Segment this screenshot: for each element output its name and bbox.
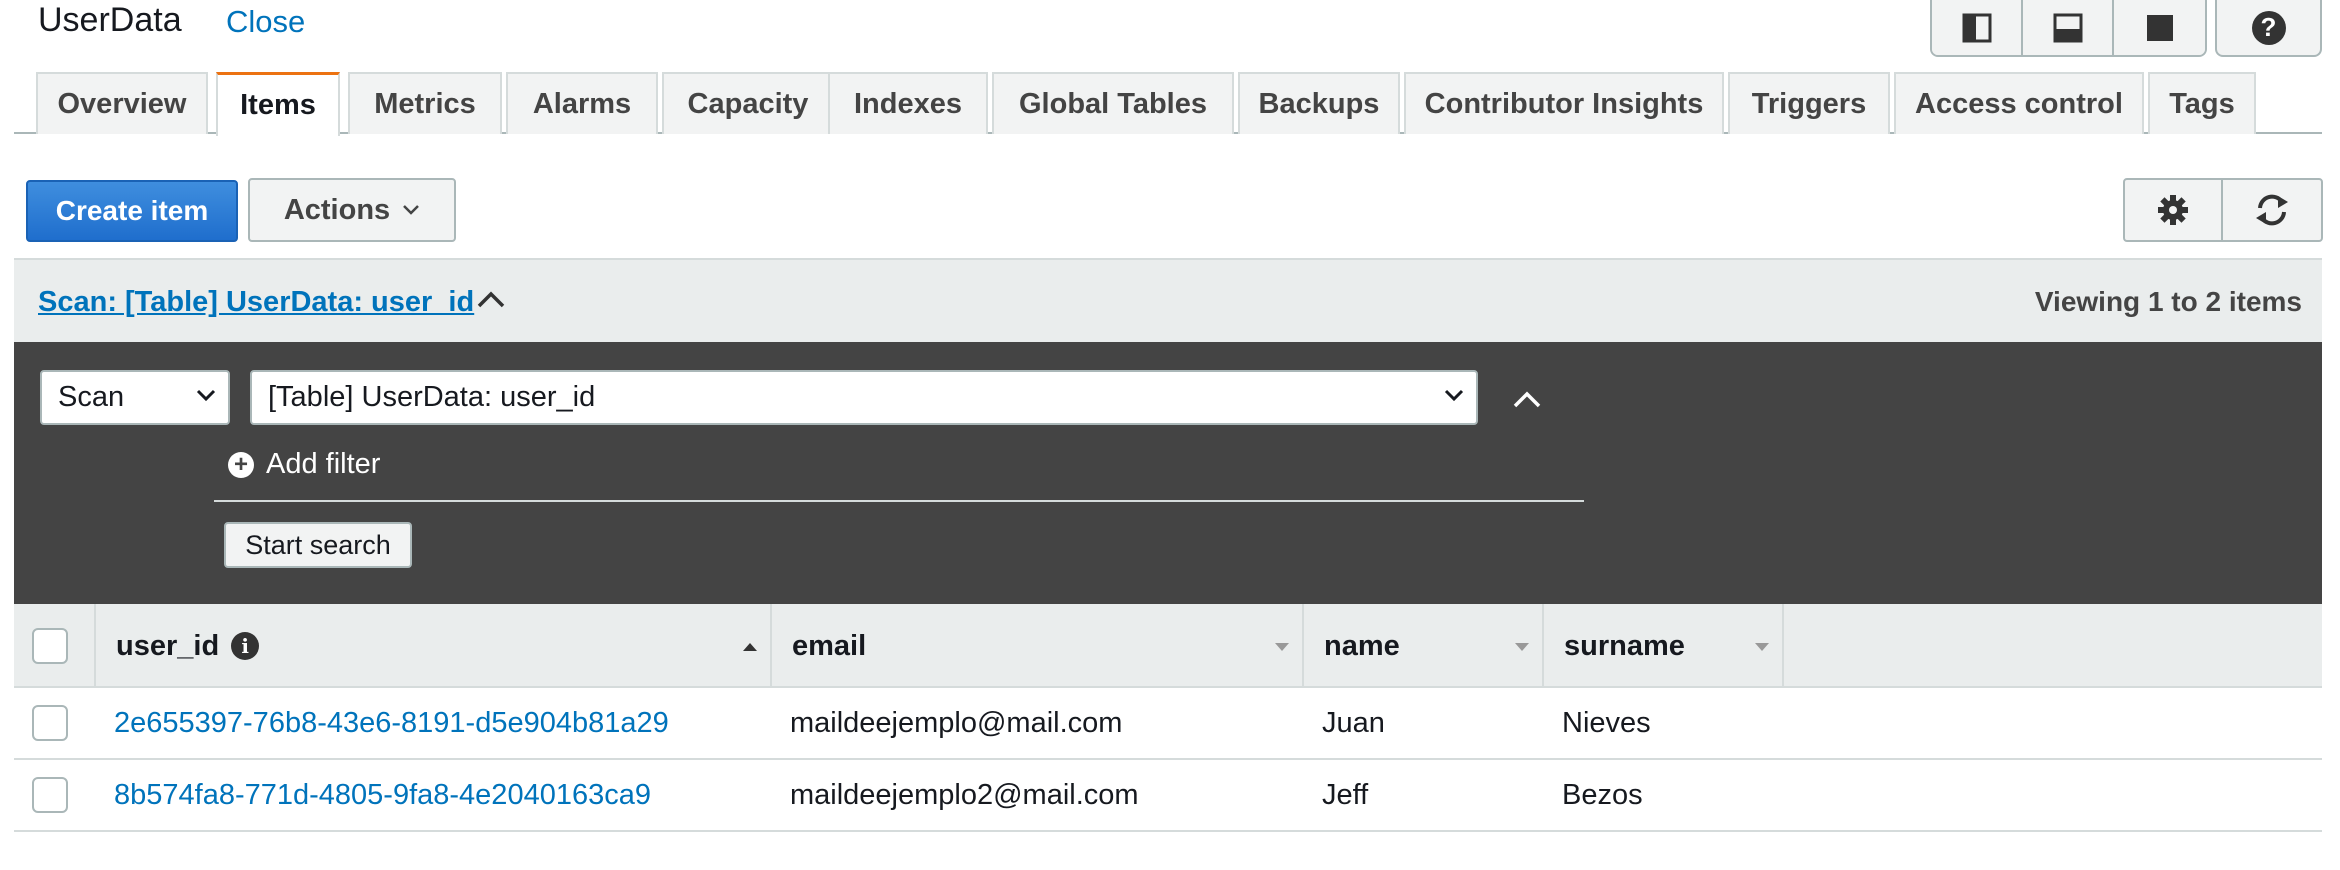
row-select-cell bbox=[32, 688, 68, 758]
user-id-link[interactable]: 2e655397-76b8-43e6-8191-d5e904b81a29 bbox=[114, 688, 669, 758]
user-id-link[interactable]: 8b574fa8-771d-4805-9fa8-4e2040163ca9 bbox=[114, 760, 651, 830]
plus-circle-icon: + bbox=[228, 451, 254, 478]
table-row: 8b574fa8-771d-4805-9fa8-4e2040163ca9 mai… bbox=[14, 760, 2322, 832]
scan-panel: Scan [Table] UserData: user_id + Add fil… bbox=[14, 342, 2322, 604]
tab-overview[interactable]: Overview bbox=[36, 72, 208, 134]
collapse-panel-icon[interactable] bbox=[1512, 386, 1542, 412]
create-item-button[interactable]: Create item bbox=[26, 180, 238, 242]
surname-cell: Bezos bbox=[1562, 778, 1643, 811]
surname-cell: Nieves bbox=[1562, 706, 1651, 739]
chevron-down-icon bbox=[1444, 389, 1464, 402]
tab-contributor-insights[interactable]: Contributor Insights bbox=[1404, 72, 1724, 134]
actions-dropdown-button[interactable]: Actions bbox=[248, 178, 456, 242]
tab-capacity[interactable]: Capacity bbox=[662, 72, 834, 134]
tab-metrics[interactable]: Metrics bbox=[348, 72, 502, 134]
actions-label: Actions bbox=[283, 193, 391, 226]
viewing-count: Viewing 1 to 2 items bbox=[2034, 286, 2302, 317]
panel-divider bbox=[214, 500, 1584, 502]
tab-bar: Overview Items Metrics Alarms Capacity I… bbox=[14, 72, 2322, 136]
scan-summary-link[interactable]: Scan: [Table] UserData: user_id bbox=[38, 286, 474, 319]
column-header-email[interactable]: email bbox=[772, 604, 1304, 688]
help-icon: ? bbox=[2251, 10, 2286, 45]
column-label: email bbox=[792, 629, 867, 662]
close-link[interactable]: Close bbox=[226, 4, 305, 40]
column-label: surname bbox=[1564, 629, 1685, 662]
chevron-down-icon bbox=[403, 205, 420, 215]
row-select-cell bbox=[32, 760, 68, 830]
name-cell: Jeff bbox=[1322, 778, 1369, 811]
tab-indexes[interactable]: Indexes bbox=[828, 72, 988, 134]
scan-target-select[interactable]: [Table] UserData: user_id bbox=[250, 370, 1478, 425]
layout-full-button[interactable] bbox=[2114, 0, 2205, 55]
sort-descending-icon bbox=[1755, 643, 1769, 651]
scan-mode-value: Scan bbox=[58, 381, 125, 413]
select-all-checkbox[interactable] bbox=[32, 628, 68, 664]
layout-split-horizontal-icon bbox=[2053, 13, 2082, 42]
email-cell: maildeejemplo@mail.com bbox=[790, 706, 1123, 739]
scan-target-value: [Table] UserData: user_id bbox=[268, 381, 596, 413]
select-all-cell bbox=[14, 604, 96, 688]
refresh-button[interactable] bbox=[2223, 180, 2321, 240]
email-cell: maildeejemplo2@mail.com bbox=[790, 778, 1139, 811]
tab-tags[interactable]: Tags bbox=[2148, 72, 2256, 134]
tab-access-control[interactable]: Access control bbox=[1894, 72, 2144, 134]
start-search-button[interactable]: Start search bbox=[224, 522, 412, 568]
page-title: UserData bbox=[38, 1, 182, 39]
name-cell: Juan bbox=[1322, 706, 1385, 739]
layout-split-vertical-button[interactable] bbox=[1932, 0, 2023, 55]
tab-global-tables[interactable]: Global Tables bbox=[992, 72, 1234, 134]
column-header-surname[interactable]: surname bbox=[1544, 604, 1784, 688]
table-row: 2e655397-76b8-43e6-8191-d5e904b81a29 mai… bbox=[14, 688, 2322, 760]
settings-button[interactable] bbox=[2125, 180, 2223, 240]
sort-ascending-icon bbox=[743, 643, 757, 651]
table-tools-group bbox=[2123, 178, 2323, 242]
tab-triggers[interactable]: Triggers bbox=[1728, 72, 1890, 134]
tab-items[interactable]: Items bbox=[216, 72, 340, 136]
column-label: user_id bbox=[116, 629, 220, 662]
add-filter-button[interactable]: + Add filter bbox=[228, 448, 380, 481]
column-header-user-id[interactable]: user_id i bbox=[96, 604, 772, 688]
sort-descending-icon bbox=[1275, 643, 1289, 651]
add-filter-label: Add filter bbox=[266, 448, 381, 480]
row-checkbox[interactable] bbox=[32, 705, 68, 741]
tab-alarms[interactable]: Alarms bbox=[506, 72, 658, 134]
sort-descending-icon bbox=[1515, 643, 1529, 651]
layout-full-icon bbox=[2146, 14, 2173, 41]
chevron-down-icon bbox=[196, 389, 216, 402]
column-header-name[interactable]: name bbox=[1304, 604, 1544, 688]
chevron-up-icon[interactable] bbox=[476, 286, 506, 312]
scan-mode-select[interactable]: Scan bbox=[40, 370, 230, 425]
refresh-icon bbox=[2256, 194, 2288, 226]
layout-split-vertical-icon bbox=[1962, 13, 1991, 42]
column-label: name bbox=[1324, 629, 1400, 662]
table-header: user_id i email name surname bbox=[14, 604, 2322, 688]
layout-toggle-group bbox=[1930, 0, 2207, 57]
gear-icon bbox=[2158, 195, 2188, 225]
info-icon[interactable]: i bbox=[231, 632, 260, 660]
tab-backups[interactable]: Backups bbox=[1238, 72, 1400, 134]
row-checkbox[interactable] bbox=[32, 777, 68, 813]
scan-summary-bar: Scan: [Table] UserData: user_id Viewing … bbox=[14, 258, 2322, 342]
help-button[interactable]: ? bbox=[2215, 0, 2322, 57]
layout-split-horizontal-button[interactable] bbox=[2023, 0, 2114, 55]
